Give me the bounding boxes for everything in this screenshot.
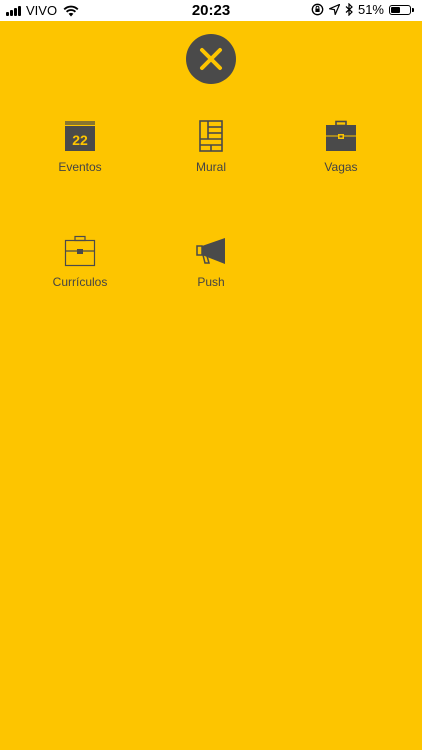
battery-icon	[389, 4, 414, 15]
calendar-day: 22	[72, 132, 88, 148]
status-bar: VIVO 20:23 51%	[0, 0, 422, 21]
briefcase-outline-icon	[64, 235, 96, 267]
menu-label-push: Push	[197, 275, 225, 289]
calendar-icon: 22	[65, 121, 95, 151]
location-icon	[328, 4, 340, 15]
menu-item-push[interactable]: Push	[141, 235, 281, 289]
menu-label-mural: Mural	[195, 160, 226, 174]
rotation-lock-icon	[311, 3, 324, 16]
battery-percent: 51%	[357, 2, 384, 17]
board-icon	[199, 120, 223, 152]
close-button[interactable]	[186, 34, 236, 84]
close-icon	[200, 48, 222, 70]
menu-label-vagas: Vagas	[324, 160, 358, 174]
briefcase-icon	[326, 120, 356, 151]
status-right: 51%	[306, 2, 414, 17]
menu-label-curriculos: Currículos	[52, 275, 108, 289]
menu-item-vagas[interactable]: Vagas	[271, 120, 411, 174]
megaphone-icon	[196, 238, 225, 264]
menu-item-eventos[interactable]: 22 Eventos	[10, 120, 150, 174]
menu-item-mural[interactable]: Mural	[141, 120, 281, 174]
menu-item-curriculos[interactable]: Currículos	[10, 235, 150, 289]
bluetooth-icon	[345, 3, 353, 16]
menu-label-eventos: Eventos	[58, 160, 102, 174]
